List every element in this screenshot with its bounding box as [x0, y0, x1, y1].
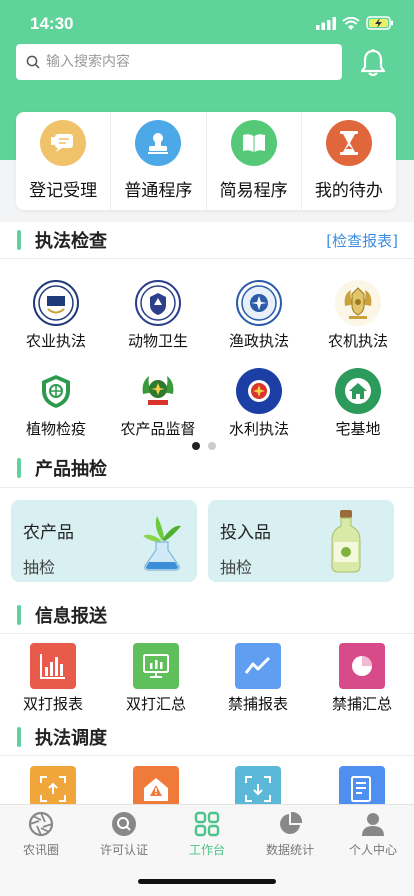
enforcement-item[interactable]: 农产品监督 — [108, 368, 208, 439]
sampling-card-title: 农产品 — [23, 523, 74, 543]
section-sampling-header: 产品抽检 — [0, 450, 414, 486]
section-title: 执法检查 — [35, 231, 107, 252]
tab-profile[interactable]: 个人中心 — [332, 811, 414, 858]
animal-health-emblem-icon — [135, 280, 181, 326]
pie-icon — [280, 811, 303, 834]
quick-action-label: 登记受理 — [29, 181, 98, 201]
enforcement-item-label: 宅基地 — [335, 420, 381, 438]
enforcement-item[interactable]: 植物检疫 — [6, 368, 106, 439]
line-chart-icon — [235, 643, 281, 689]
tab-statistics[interactable]: 数据统计 — [249, 811, 331, 858]
reporting-item-label: 双打报表 — [22, 695, 83, 713]
tab-label: 农讯圈 — [22, 843, 59, 857]
tab-label: 工作台 — [188, 843, 225, 857]
sampling-card-title: 投入品 — [220, 523, 271, 543]
agri-law-emblem-icon — [33, 280, 79, 326]
reporting-item-label: 禁捕汇总 — [331, 695, 392, 713]
water-law-emblem-icon — [236, 368, 282, 414]
quick-action-label: 简易程序 — [219, 181, 288, 201]
tab-label: 个人中心 — [348, 843, 397, 857]
notification-bell-icon[interactable] — [356, 46, 390, 80]
sampling-card-subtitle: 抽检 — [220, 558, 253, 577]
quick-action-todo[interactable]: 我的待办 — [302, 112, 396, 210]
jar-icon — [331, 510, 361, 573]
page-indicator — [192, 442, 216, 450]
plant-quarantine-emblem-icon — [33, 368, 79, 414]
sampling-card-inputs[interactable]: 投入品 抽检 — [208, 500, 394, 582]
pie-chart-icon — [339, 643, 385, 689]
reporting-item-label: 禁捕报表 — [227, 695, 288, 713]
page-dot-active[interactable] — [192, 442, 200, 450]
status-time: 14:30 — [30, 14, 74, 33]
status-bar: 14:30 — [0, 0, 414, 48]
person-icon — [362, 813, 384, 836]
enforcement-item-label: 渔政执法 — [228, 332, 289, 350]
tab-news-circle[interactable]: 农讯圈 — [0, 811, 82, 858]
search-bar[interactable] — [16, 44, 342, 80]
enforcement-item-label: 农产品监督 — [120, 420, 196, 438]
reporting-item-label: 双打汇总 — [125, 695, 186, 713]
tab-label: 许可认证 — [99, 843, 148, 857]
battery-charging-icon — [366, 16, 393, 30]
form-icon — [40, 120, 87, 166]
section-title: 执法调度 — [35, 728, 107, 749]
quick-action-simple[interactable]: 简易程序 — [207, 112, 302, 210]
section-title: 信息报送 — [35, 606, 107, 627]
enforcement-item-label: 水利执法 — [228, 420, 289, 438]
reporting-item[interactable]: 双打报表 — [3, 643, 103, 714]
tab-workbench[interactable]: 工作台 — [166, 811, 248, 858]
reporting-item[interactable]: 禁捕报表 — [208, 643, 308, 714]
quick-action-normal[interactable]: 普通程序 — [111, 112, 207, 210]
enforcement-item-label: 农机执法 — [327, 332, 388, 350]
enforcement-item[interactable]: 宅基地 — [308, 368, 408, 439]
quick-action-label: 普通程序 — [124, 181, 193, 201]
sampling-card-produce[interactable]: 农产品 抽检 — [11, 500, 197, 582]
quick-action-label: 我的待办 — [314, 181, 383, 201]
page-dot[interactable] — [208, 442, 216, 450]
tab-license-cert[interactable]: 许可认证 — [83, 811, 165, 858]
enforcement-item[interactable]: 动物卫生 — [108, 280, 208, 351]
stamp-icon — [135, 120, 182, 166]
hourglass-icon — [325, 120, 372, 166]
home-indicator — [138, 879, 276, 884]
homestead-emblem-icon — [335, 368, 381, 414]
flask-plant-icon — [143, 516, 181, 571]
section-dispatch-header: 执法调度 — [0, 719, 414, 755]
monitor-chart-icon — [133, 643, 179, 689]
agri-machinery-emblem-icon — [335, 280, 381, 326]
search-icon — [26, 55, 40, 69]
inspection-report-link[interactable]: [检查报表] — [326, 230, 398, 251]
signal-icon — [316, 16, 336, 30]
book-icon — [230, 120, 277, 166]
section-reporting-header: 信息报送 — [0, 597, 414, 633]
enforcement-item-label: 植物检疫 — [25, 420, 86, 438]
aperture-icon — [28, 811, 54, 837]
sampling-card-subtitle: 抽检 — [23, 558, 56, 577]
enforcement-item[interactable]: 农业执法 — [6, 280, 106, 351]
grid-icon — [194, 811, 220, 837]
produce-supervision-emblem-icon — [135, 368, 181, 414]
section-title: 产品抽检 — [35, 459, 107, 480]
enforcement-item-label: 农业执法 — [25, 332, 86, 350]
quick-action-register[interactable]: 登记受理 — [16, 112, 112, 210]
enforcement-item[interactable]: 农机执法 — [308, 280, 408, 351]
reporting-item[interactable]: 禁捕汇总 — [312, 643, 412, 714]
search-circle-icon — [112, 812, 136, 836]
reporting-item[interactable]: 双打汇总 — [106, 643, 206, 714]
enforcement-item-label: 动物卫生 — [127, 332, 188, 350]
wifi-icon — [342, 16, 360, 30]
bar-chart-icon — [30, 643, 76, 689]
fishery-emblem-icon — [236, 280, 282, 326]
quick-actions-card: 登记受理 普通程序 简易程序 我的待办 — [16, 112, 396, 210]
search-input[interactable] — [46, 54, 306, 70]
enforcement-item[interactable]: 渔政执法 — [209, 280, 309, 351]
enforcement-item[interactable]: 水利执法 — [209, 368, 309, 439]
section-enforcement-header: 执法检查 [检查报表] — [0, 222, 414, 258]
tab-label: 数据统计 — [265, 843, 314, 857]
